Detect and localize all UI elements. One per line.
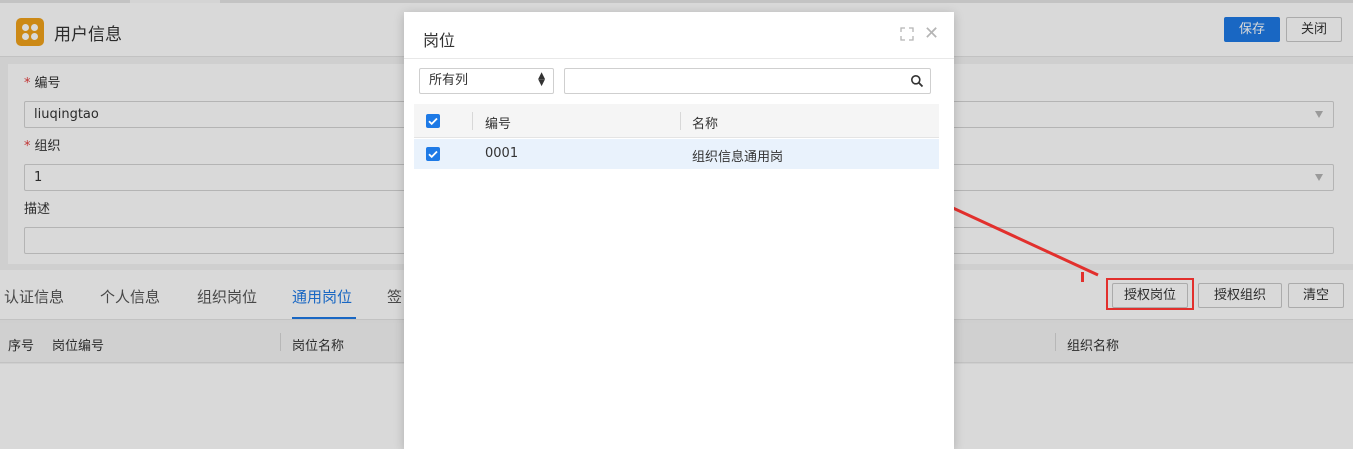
- highlight-tick: [1081, 272, 1084, 282]
- dialog-header-divider: [404, 58, 954, 59]
- dialog-close-icon[interactable]: ✕: [924, 24, 939, 44]
- maximize-icon[interactable]: [900, 27, 914, 41]
- row-name: 组织信息通用岗: [692, 150, 784, 165]
- select-all-checkbox[interactable]: [426, 114, 440, 128]
- column-divider: [680, 112, 681, 130]
- column-select[interactable]: 所有列 ▲ ▼: [419, 68, 554, 94]
- dialog-column-name[interactable]: 名称: [692, 113, 718, 132]
- row-code: 0001: [485, 146, 519, 161]
- dialog-grid-header: 编号 名称: [414, 104, 939, 138]
- search-icon[interactable]: [910, 74, 924, 88]
- row-checkbox[interactable]: [426, 147, 440, 161]
- select-updown-icon: ▲ ▼: [538, 71, 545, 88]
- dialog-column-code[interactable]: 编号: [485, 113, 511, 132]
- dialog-search-input[interactable]: [564, 68, 931, 94]
- post-dialog: 岗位 ✕ 所有列 ▲ ▼ 编号 名称 0001 组织信息通用岗: [404, 12, 954, 449]
- highlight-box: [1106, 278, 1194, 310]
- table-row[interactable]: 0001 组织信息通用岗: [414, 139, 939, 169]
- column-divider: [472, 112, 473, 130]
- dialog-title: 岗位: [423, 31, 456, 50]
